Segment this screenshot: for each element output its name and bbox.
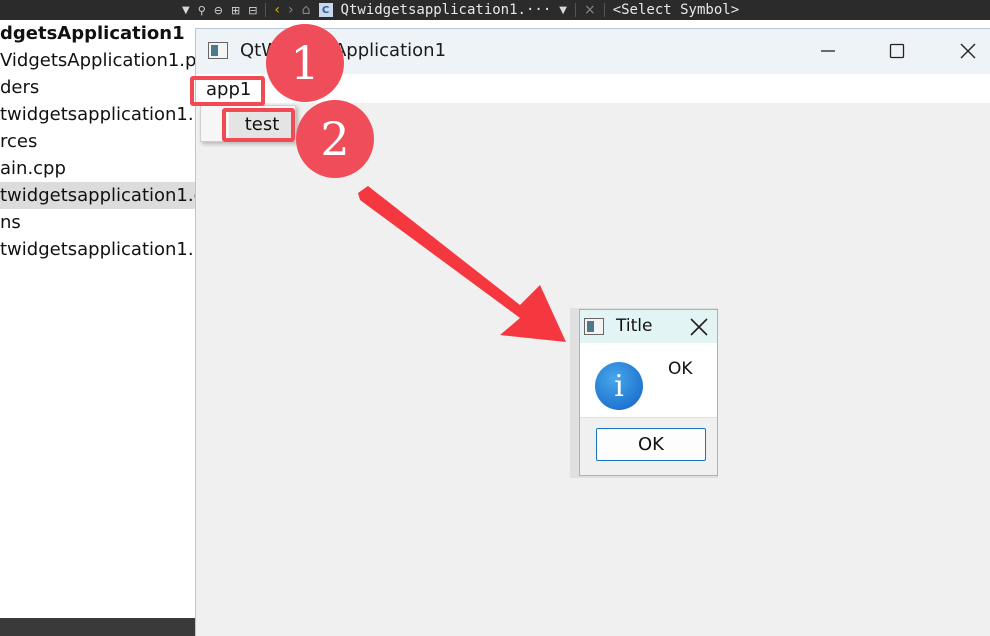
dialog-close-icon[interactable] [688,316,710,338]
cpp-file-icon: C [318,3,333,17]
ide-toolbar: ▼ ⚲ ⊖ ⊞ ⊟ ‹ › ⌂ C Qtwidgetsapplication1.… [0,0,990,20]
close-tab-icon[interactable]: × [584,2,596,18]
annotation-badge-2: 2 [296,100,374,178]
explorer-item-selected[interactable]: twidgetsapplication1.c [0,182,200,209]
explorer-item[interactable]: ders [0,74,200,101]
explorer-status-strip [0,618,200,636]
minimize-button[interactable] [808,35,848,67]
dialog-title: Title [616,316,653,336]
explorer-item[interactable]: rces [0,128,200,155]
close-button[interactable] [948,35,988,67]
annotation-badge-1: 1 [266,24,344,102]
dialog-message: OK [668,359,693,379]
filter-icon[interactable]: ⚲ [198,4,206,17]
close-icon [960,43,976,59]
explorer-item[interactable]: VidgetsApplication1.pr [0,47,200,74]
message-box: Title i OK OK [570,308,718,478]
toolbar-separator [265,3,267,17]
annotation-box-1 [190,76,265,106]
dialog-frame: Title i OK OK [579,309,718,476]
back-icon[interactable]: ‹ [274,2,280,18]
maximize-button[interactable] [877,35,917,67]
info-icon: i [595,362,643,410]
file-tab-title[interactable]: Qtwidgetsapplication1.··· [341,2,552,18]
dialog-app-icon [584,318,604,335]
split-icon[interactable]: ⊞ [231,4,240,17]
dialog-titlebar[interactable]: Title [580,310,717,343]
dropdown-arrow-icon[interactable]: ▼ [182,5,190,16]
explorer-item[interactable]: twidgetsapplication1.h [0,101,200,128]
ok-button[interactable]: OK [596,428,706,461]
explorer-item[interactable]: ns [0,209,200,236]
app-window-icon [208,42,228,59]
maximize-icon [889,43,905,59]
collapse-icon[interactable]: ⊟ [248,4,257,17]
solution-explorer: dgetsApplication1 VidgetsApplication1.pr… [0,20,200,618]
link-icon[interactable]: ⊖ [214,4,223,17]
annotation-box-2 [222,108,295,142]
toolbar-icons: ▼ ⚲ ⊖ ⊞ ⊟ ‹ › ⌂ C Qtwidgetsapplication1.… [182,0,739,20]
lock-icon: ⌂ [301,2,311,18]
minimize-icon [821,50,835,52]
explorer-item[interactable]: ain.cpp [0,155,200,182]
toolbar-separator [574,3,576,17]
explorer-item[interactable]: dgetsApplication1 [0,20,200,47]
select-symbol-dropdown[interactable]: <Select Symbol> [613,2,739,18]
dialog-footer: OK [580,417,717,475]
toolbar-separator [603,3,605,17]
forward-icon[interactable]: › [288,2,294,18]
file-dropdown-icon[interactable]: ▼ [559,5,567,16]
dialog-body: i OK [580,343,717,417]
explorer-item[interactable]: twidgetsapplication1.u [0,236,200,263]
